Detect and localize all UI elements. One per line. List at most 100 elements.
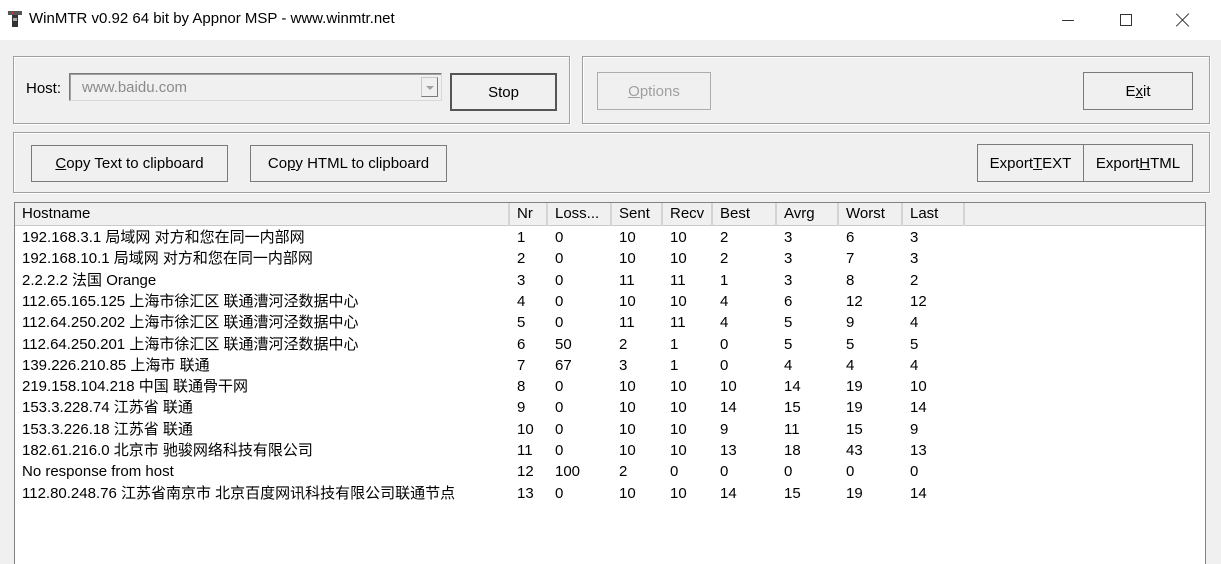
export-html-label-post: TML bbox=[1150, 154, 1181, 172]
trace-results-table[interactable]: Hostname Nr Loss... Sent Recv Best Avrg … bbox=[14, 202, 1206, 564]
table-row[interactable]: No response from host 12 100 2 0 0 0 0 0 bbox=[15, 461, 965, 482]
cell-nr: 10 bbox=[517, 420, 534, 438]
title-bar[interactable]: WinMTR v0.92 64 bit by Appnor MSP - www.… bbox=[0, 0, 1221, 40]
cell-worst: 12 bbox=[846, 292, 863, 310]
cell-nr: 13 bbox=[517, 484, 534, 502]
winmtr-app-icon bbox=[8, 11, 22, 27]
cell-worst: 8 bbox=[846, 271, 855, 289]
cell-hostname: 219.158.104.218 中国 联通骨干网 bbox=[22, 378, 248, 396]
table-row[interactable]: 192.168.3.1 局域网 对方和您在同一内部网 1 0 10 10 2 3 6 3 bbox=[15, 227, 965, 248]
table-row[interactable]: 112.64.250.201 上海市徐汇区 联通漕河泾数据中心 6 50 2 1 0 5 5 5 bbox=[15, 334, 965, 355]
minimize-button[interactable] bbox=[1045, 0, 1091, 40]
cell-avrg: 14 bbox=[784, 378, 801, 396]
cell-last: 0 bbox=[910, 463, 919, 481]
cell-avrg: 15 bbox=[784, 484, 801, 502]
column-header-worst[interactable]: Worst bbox=[839, 203, 903, 226]
table-row[interactable]: 219.158.104.218 中国 联通骨干网 8 0 10 10 10 14 19 10 bbox=[15, 376, 965, 397]
cell-loss: 50 bbox=[555, 335, 572, 353]
cell-hostname: 153.3.228.74 江苏省 联通 bbox=[22, 399, 193, 417]
copy-html-label-post: y HTML to clipboard bbox=[295, 155, 430, 172]
column-header-recv[interactable]: Recv bbox=[663, 203, 713, 226]
close-button[interactable] bbox=[1160, 0, 1206, 40]
cell-hostname: 112.65.165.125 上海市徐汇区 联通漕河泾数据中心 bbox=[22, 292, 359, 310]
cell-loss: 0 bbox=[555, 399, 564, 417]
table-row[interactable]: 112.65.165.125 上海市徐汇区 联通漕河泾数据中心 4 0 10 10 4 6 1… bbox=[15, 291, 965, 312]
host-input[interactable]: www.baidu.com bbox=[82, 79, 187, 96]
table-row[interactable]: 112.80.248.76 江苏省南京市 北京百度网讯科技有限公司联通节点 13 0… bbox=[15, 483, 965, 504]
cell-recv: 10 bbox=[670, 420, 687, 438]
copy-text-label-accel: C bbox=[55, 155, 67, 172]
table-row[interactable]: 153.3.228.74 江苏省 联通 9 0 10 10 14 15 19 14 bbox=[15, 397, 965, 418]
cell-recv: 10 bbox=[670, 229, 687, 246]
cell-worst: 0 bbox=[846, 463, 855, 481]
table-row[interactable]: 112.64.250.202 上海市徐汇区 联通漕河泾数据中心 5 0 11 11 4 5 9… bbox=[15, 312, 965, 333]
cell-last: 13 bbox=[910, 442, 927, 459]
copy-text-label-post: opy Text to clipboard bbox=[66, 155, 204, 172]
cell-sent: 3 bbox=[619, 356, 628, 374]
cell-best: 0 bbox=[720, 356, 729, 374]
copy-text-button[interactable]: Copy Text to clipboard bbox=[31, 145, 228, 182]
column-header-sent[interactable]: Sent bbox=[612, 203, 663, 226]
cell-avrg: 4 bbox=[784, 356, 793, 374]
cell-sent: 10 bbox=[619, 378, 636, 396]
table-row[interactable]: 153.3.226.18 江苏省 联通 10 0 10 10 9 11 15 9 bbox=[15, 419, 965, 440]
host-combobox[interactable]: www.baidu.com bbox=[69, 73, 442, 101]
cell-nr: 5 bbox=[517, 314, 526, 332]
cell-last: 9 bbox=[910, 420, 919, 438]
cell-nr: 1 bbox=[517, 229, 526, 246]
cell-nr: 12 bbox=[517, 463, 534, 481]
export-html-button[interactable]: Export H TML bbox=[1083, 144, 1193, 182]
column-header-avrg[interactable]: Avrg bbox=[777, 203, 839, 226]
cell-avrg: 3 bbox=[784, 229, 793, 246]
cell-hostname: 192.168.3.1 局域网 对方和您在同一内部网 bbox=[22, 229, 305, 246]
chevron-down-icon[interactable] bbox=[421, 77, 438, 97]
exit-label-accel: x bbox=[1135, 82, 1144, 100]
column-header-loss[interactable]: Loss... bbox=[548, 203, 612, 226]
table-row[interactable]: 182.61.216.0 北京市 驰骏网络科技有限公司 11 0 10 10 13 18 43… bbox=[15, 440, 965, 461]
cell-last: 12 bbox=[910, 292, 927, 310]
cell-nr: 2 bbox=[517, 250, 526, 268]
export-text-label-accel: T bbox=[1033, 154, 1043, 172]
options-label-accel: O bbox=[628, 82, 640, 100]
column-header-best[interactable]: Best bbox=[713, 203, 777, 226]
exit-button[interactable]: Ex it bbox=[1083, 72, 1193, 110]
table-row[interactable]: 139.226.210.85 上海市 联通 7 67 3 1 0 4 4 4 bbox=[15, 355, 965, 376]
cell-best: 2 bbox=[720, 229, 729, 246]
table-row[interactable]: 2.2.2.2 法国 Orange 3 0 11 11 1 3 8 2 bbox=[15, 270, 965, 291]
table-row[interactable]: 192.168.10.1 局域网 对方和您在同一内部网 2 0 10 10 2 3 7 3 bbox=[15, 248, 965, 269]
cell-nr: 9 bbox=[517, 399, 526, 417]
cell-avrg: 11 bbox=[784, 420, 800, 438]
cell-loss: 0 bbox=[555, 442, 564, 459]
cell-last: 14 bbox=[910, 399, 927, 417]
cell-sent: 2 bbox=[619, 463, 628, 481]
cell-loss: 0 bbox=[555, 271, 564, 289]
cell-avrg: 0 bbox=[784, 463, 793, 481]
column-header-nr[interactable]: Nr bbox=[510, 203, 548, 226]
column-header-hostname[interactable]: Hostname bbox=[15, 203, 510, 226]
cell-avrg: 3 bbox=[784, 250, 793, 268]
cell-avrg: 5 bbox=[784, 335, 793, 353]
cell-loss: 0 bbox=[555, 229, 564, 246]
cell-best: 4 bbox=[720, 292, 729, 310]
cell-recv: 11 bbox=[670, 271, 686, 289]
cell-nr: 3 bbox=[517, 271, 526, 289]
cell-recv: 10 bbox=[670, 484, 687, 502]
copy-html-button[interactable]: Co p y HTML to clipboard bbox=[250, 145, 447, 182]
cell-best: 14 bbox=[720, 399, 737, 417]
cell-worst: 9 bbox=[846, 314, 855, 332]
cell-loss: 0 bbox=[555, 484, 564, 502]
stop-button[interactable]: Stop bbox=[450, 73, 557, 111]
options-button[interactable]: Options bbox=[597, 72, 711, 110]
maximize-button[interactable] bbox=[1103, 0, 1149, 40]
cell-last: 4 bbox=[910, 314, 919, 332]
exit-label-post: it bbox=[1143, 82, 1151, 100]
cell-worst: 4 bbox=[846, 356, 855, 374]
cell-worst: 19 bbox=[846, 378, 863, 396]
column-header-last[interactable]: Last bbox=[903, 203, 965, 226]
cell-loss: 100 bbox=[555, 463, 581, 481]
cell-sent: 10 bbox=[619, 484, 636, 502]
cell-best: 10 bbox=[720, 378, 737, 396]
export-text-button[interactable]: Export T EXT bbox=[977, 144, 1084, 182]
cell-last: 14 bbox=[910, 484, 927, 502]
export-text-label-post: EXT bbox=[1042, 154, 1072, 172]
